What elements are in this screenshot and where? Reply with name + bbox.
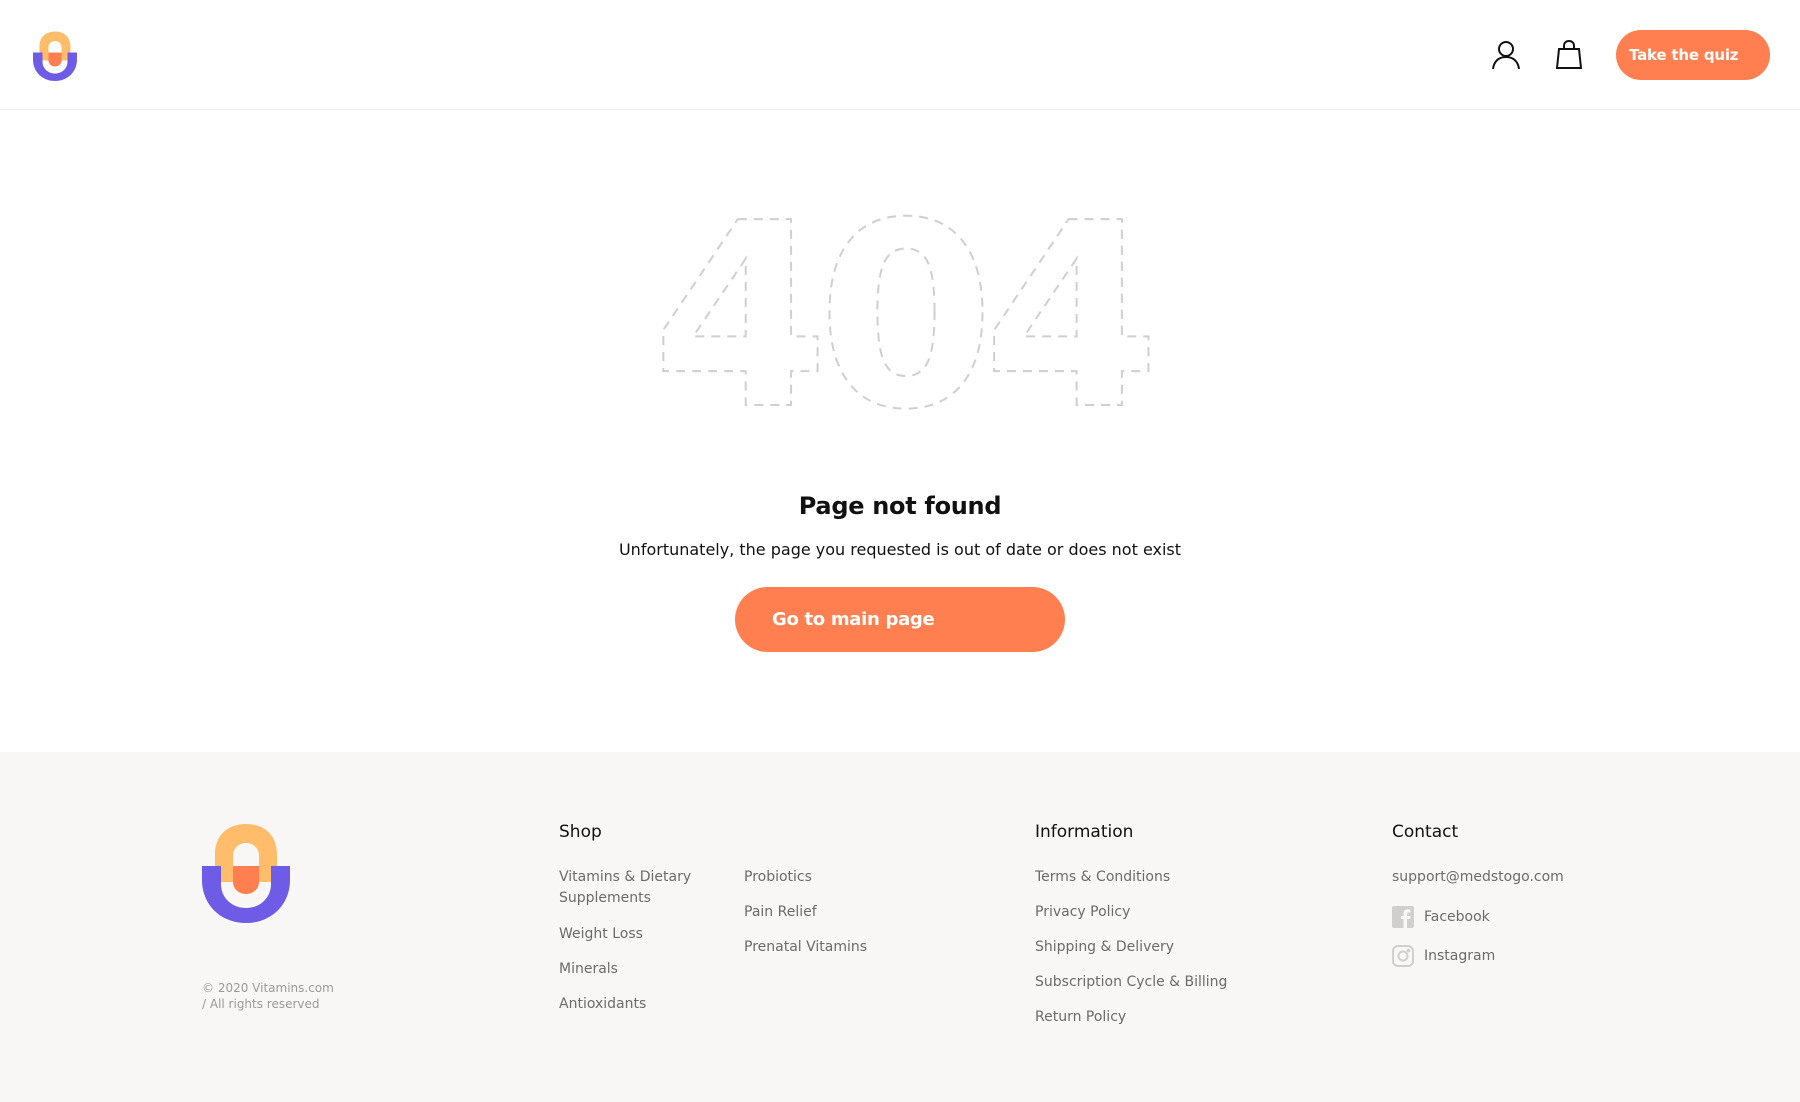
instagram-label: Instagram (1424, 948, 1496, 964)
error-code-graphic: 404 (651, 205, 1152, 415)
footer-link-subscription[interactable]: Subscription Cycle & Billing (1035, 972, 1227, 993)
footer-contact-email[interactable]: support@medstogo.com (1392, 867, 1564, 888)
error-code-text: 404 (652, 205, 1149, 415)
footer-link-privacy[interactable]: Privacy Policy (1035, 902, 1130, 923)
page-title: Page not found (798, 492, 1002, 520)
footer-logo[interactable] (202, 822, 290, 924)
page-subtitle: Unfortunately, the page you requested is… (618, 540, 1182, 559)
instagram-icon (1392, 945, 1414, 967)
go-to-main-page-button[interactable]: Go to main page (735, 587, 1065, 652)
footer-link-return-policy[interactable]: Return Policy (1035, 1007, 1126, 1028)
footer-link-pain-relief[interactable]: Pain Relief (744, 902, 817, 923)
logo[interactable] (33, 30, 77, 82)
copyright-line-1: © 2020 Vitamins.com (202, 981, 334, 995)
take-quiz-button[interactable]: Take the quiz (1616, 30, 1770, 80)
footer-link-prenatal-vitamins[interactable]: Prenatal Vitamins (744, 937, 867, 958)
footer-shop-title: Shop (559, 822, 602, 842)
facebook-icon (1392, 906, 1414, 928)
footer-link-minerals[interactable]: Minerals (559, 959, 618, 980)
footer-link-vitamins[interactable]: Vitamins & Dietary Supplements (559, 867, 699, 909)
footer-link-weight-loss[interactable]: Weight Loss (559, 924, 643, 945)
footer-instagram-link[interactable]: Instagram (1392, 945, 1495, 967)
footer-link-antioxidants[interactable]: Antioxidants (559, 994, 646, 1015)
site-footer: © 2020 Vitamins.com / All rights reserve… (0, 752, 1800, 1102)
user-icon[interactable] (1491, 40, 1521, 70)
facebook-label: Facebook (1424, 909, 1490, 925)
footer-link-probiotics[interactable]: Probiotics (744, 867, 812, 888)
copyright-line-2: / All rights reserved (202, 997, 320, 1011)
footer-link-terms[interactable]: Terms & Conditions (1035, 867, 1170, 888)
copyright: © 2020 Vitamins.com / All rights reserve… (202, 980, 334, 1012)
footer-information-title: Information (1035, 822, 1134, 842)
footer-contact-title: Contact (1392, 822, 1459, 842)
footer-link-shipping[interactable]: Shipping & Delivery (1035, 937, 1174, 958)
shopping-bag-icon[interactable] (1555, 40, 1583, 70)
site-header: Take the quiz (0, 0, 1800, 110)
footer-facebook-link[interactable]: Facebook (1392, 906, 1490, 928)
